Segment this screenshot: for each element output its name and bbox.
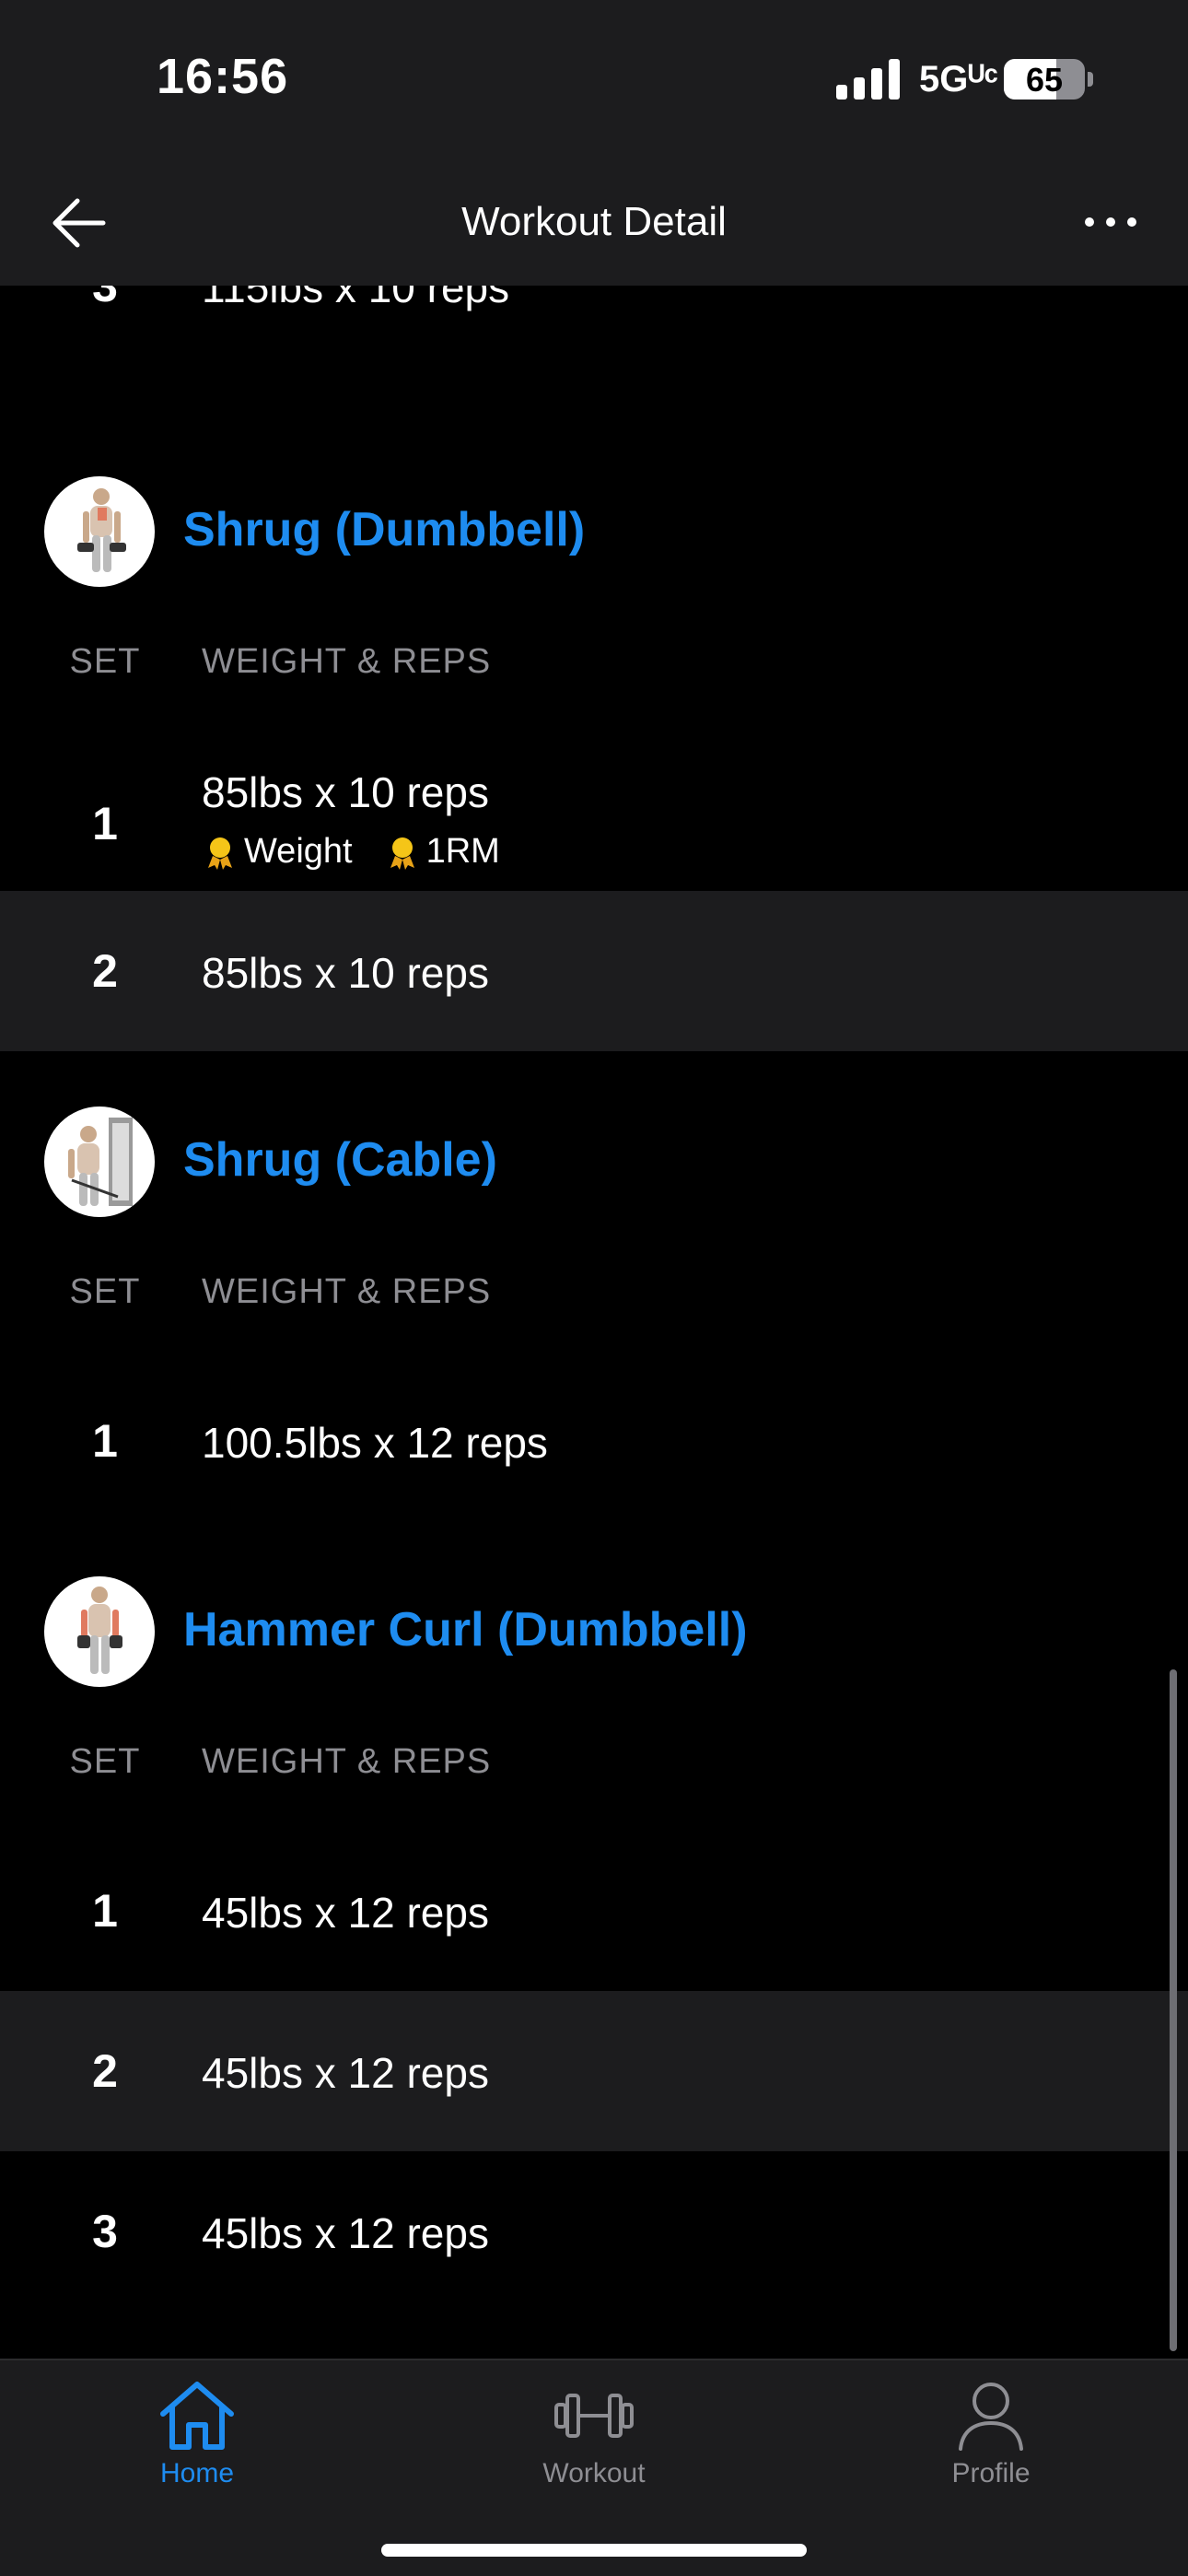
set-number: 2 bbox=[92, 945, 118, 997]
battery-nub bbox=[1088, 72, 1093, 87]
scrollbar[interactable] bbox=[1170, 1669, 1177, 2351]
tab-home[interactable]: Home bbox=[105, 2379, 289, 2508]
tab-label: Home bbox=[159, 2458, 235, 2488]
exercise-name[interactable]: Shrug (Cable) bbox=[183, 1132, 497, 1188]
column-weight-reps-label: WEIGHT & REPS bbox=[202, 642, 492, 681]
exercise-header[interactable]: Shrug (Dumbbell) bbox=[0, 467, 1188, 596]
set-row: 2 85lbs x 10 reps bbox=[0, 891, 1188, 1051]
medal-icon bbox=[390, 837, 414, 870]
column-weight-reps-label: WEIGHT & REPS bbox=[202, 1742, 492, 1781]
column-set-label: SET bbox=[69, 1272, 141, 1311]
column-header: SET WEIGHT & REPS bbox=[0, 642, 1188, 697]
exercise-thumbnail[interactable] bbox=[44, 1576, 155, 1687]
column-header: SET WEIGHT & REPS bbox=[0, 1742, 1188, 1797]
page-title: Workout Detail bbox=[461, 199, 727, 244]
set-weight-reps: 85lbs x 10 reps bbox=[202, 768, 489, 816]
column-set-label: SET bbox=[69, 1742, 141, 1781]
set-row: 1 45lbs x 12 reps bbox=[0, 1831, 1188, 1991]
tab-workout[interactable]: Workout bbox=[502, 2379, 686, 2508]
shrug-figure-icon bbox=[77, 488, 126, 572]
home-indicator bbox=[381, 2544, 807, 2557]
pr-badge: Weight bbox=[202, 832, 353, 872]
set-row: 1 100.5lbs x 12 reps bbox=[0, 1361, 1188, 1521]
set-weight-reps: 85lbs x 10 reps bbox=[202, 949, 489, 997]
set-weight-reps: 100.5lbs x 12 reps bbox=[202, 1419, 548, 1467]
set-row: 2 45lbs x 12 reps bbox=[0, 1991, 1188, 2151]
column-header: SET WEIGHT & REPS bbox=[0, 1272, 1188, 1328]
exercise-name[interactable]: Hammer Curl (Dumbbell) bbox=[183, 1602, 748, 1657]
nav-bar: Workout Detail bbox=[0, 157, 1188, 286]
personal-record-badges: Weight 1RM bbox=[202, 832, 531, 872]
tab-profile[interactable]: Profile bbox=[899, 2379, 1083, 2508]
pr-badge-label: Weight bbox=[244, 832, 353, 871]
home-icon bbox=[160, 2382, 234, 2450]
medal-icon bbox=[208, 837, 232, 870]
set-number: 3 bbox=[92, 2206, 118, 2257]
exercise-name[interactable]: Shrug (Dumbbell) bbox=[183, 502, 585, 557]
status-bar: 16:56 5Gᵁᶜ 65 bbox=[0, 0, 1188, 157]
set-row: 1 85lbs x 10 reps Weight 1RM bbox=[0, 731, 1188, 891]
dumbbell-icon bbox=[554, 2394, 634, 2438]
tab-label: Profile bbox=[951, 2458, 1031, 2488]
battery-icon: 65 bbox=[1004, 59, 1085, 100]
tab-label: Workout bbox=[542, 2458, 646, 2488]
column-set-label: SET bbox=[69, 642, 141, 681]
person-icon bbox=[959, 2383, 1023, 2451]
set-row: 3 45lbs x 12 reps bbox=[0, 2151, 1188, 2312]
exercise-thumbnail[interactable] bbox=[44, 1107, 155, 1217]
more-options-button[interactable] bbox=[1074, 193, 1147, 249]
set-number: 1 bbox=[92, 1885, 118, 1937]
exercise-header[interactable]: Hammer Curl (Dumbbell) bbox=[0, 1567, 1188, 1696]
network-type: 5Gᵁᶜ bbox=[919, 59, 998, 100]
set-number: 1 bbox=[92, 1415, 118, 1467]
set-weight-reps: 45lbs x 12 reps bbox=[202, 2209, 489, 2257]
status-time: 16:56 bbox=[157, 49, 289, 104]
pr-badge: 1RM bbox=[384, 832, 500, 872]
pr-badge-label: 1RM bbox=[425, 832, 500, 871]
hammer-curl-figure-icon bbox=[77, 1587, 122, 1674]
set-weight-reps: 45lbs x 12 reps bbox=[202, 1889, 489, 1937]
battery-level: 65 bbox=[1025, 61, 1064, 99]
exercise-thumbnail[interactable] bbox=[44, 476, 155, 587]
set-row: 3 115lbs x 10 reps bbox=[0, 286, 1188, 366]
column-weight-reps-label: WEIGHT & REPS bbox=[202, 1272, 492, 1311]
set-weight-reps: 45lbs x 12 reps bbox=[202, 2049, 489, 2097]
exercise-header[interactable]: Shrug (Cable) bbox=[0, 1097, 1188, 1226]
cable-machine-icon bbox=[68, 1118, 133, 1206]
cellular-signal-icon bbox=[836, 57, 901, 100]
set-weight-reps: 115lbs x 10 reps bbox=[202, 286, 510, 311]
workout-detail-list[interactable]: 3 115lbs x 10 reps Shrug (Dumbbell) SET … bbox=[0, 286, 1188, 2359]
set-number: 3 bbox=[92, 286, 118, 311]
set-number: 1 bbox=[92, 798, 118, 849]
set-number: 2 bbox=[92, 2045, 118, 2097]
